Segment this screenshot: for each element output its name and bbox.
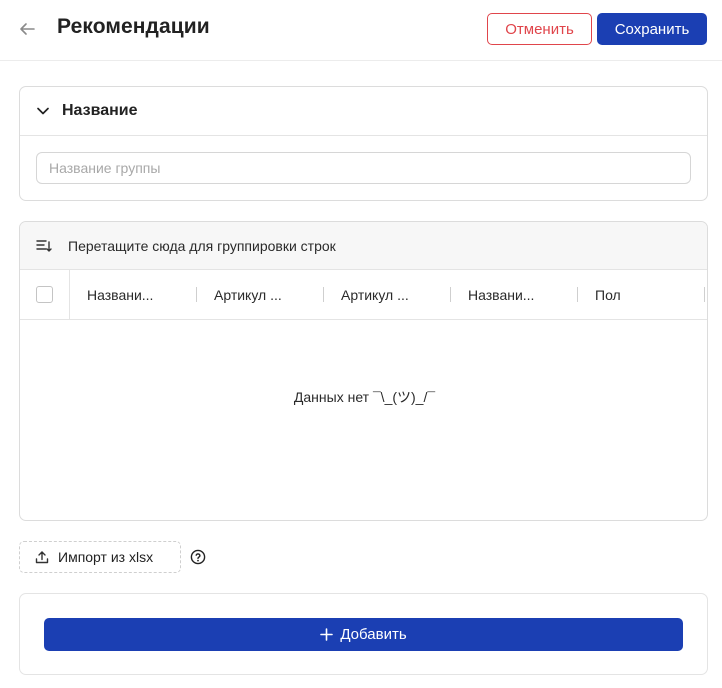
column-divider[interactable] bbox=[704, 287, 705, 302]
arrow-left-icon bbox=[20, 23, 35, 35]
recommendations-grid: Перетащите сюда для группировки строк На… bbox=[19, 221, 708, 521]
import-xlsx-button[interactable]: Импорт из xlsx bbox=[19, 541, 181, 573]
column-divider[interactable] bbox=[577, 287, 578, 302]
group-rows-icon bbox=[36, 240, 52, 252]
group-panel-text: Перетащите сюда для группировки строк bbox=[68, 238, 336, 254]
add-button[interactable]: Добавить bbox=[44, 618, 683, 651]
column-header-article-2[interactable]: Артикул ... bbox=[341, 270, 409, 319]
select-all-cell bbox=[20, 270, 70, 319]
column-header-article-1[interactable]: Артикул ... bbox=[214, 270, 282, 319]
add-section: Добавить bbox=[19, 593, 708, 675]
column-divider[interactable] bbox=[450, 287, 451, 302]
add-button-label: Добавить bbox=[340, 626, 407, 643]
select-all-checkbox[interactable] bbox=[36, 286, 53, 303]
name-section-header[interactable]: Название bbox=[20, 87, 707, 136]
column-header-gender[interactable]: Пол bbox=[595, 270, 621, 319]
column-header-name-2[interactable]: Названи... bbox=[468, 270, 534, 319]
column-header-name-1[interactable]: Названи... bbox=[87, 270, 153, 319]
plus-icon bbox=[320, 628, 334, 641]
upload-icon bbox=[35, 551, 49, 564]
page-title: Рекомендации bbox=[57, 15, 210, 38]
name-section-title: Название bbox=[62, 102, 138, 119]
back-button[interactable] bbox=[16, 18, 38, 40]
cancel-button[interactable]: Отменить bbox=[487, 13, 592, 45]
empty-state-message: Данных нет ¯\_(ツ)_/¯ bbox=[293, 389, 436, 405]
column-divider[interactable] bbox=[323, 287, 324, 302]
group-name-input[interactable] bbox=[36, 152, 691, 184]
group-panel[interactable]: Перетащите сюда для группировки строк bbox=[20, 222, 707, 270]
column-divider[interactable] bbox=[196, 287, 197, 302]
chevron-down-icon[interactable] bbox=[35, 103, 51, 119]
grid-column-header: Названи... Артикул ... Артикул ... Назва… bbox=[20, 270, 707, 320]
help-circle-icon[interactable] bbox=[190, 549, 206, 565]
save-button[interactable]: Сохранить bbox=[597, 13, 707, 45]
import-xlsx-label: Импорт из xlsx bbox=[58, 549, 154, 565]
page-header: Рекомендации Отменить Сохранить bbox=[0, 0, 722, 61]
name-section: Название bbox=[19, 86, 708, 201]
